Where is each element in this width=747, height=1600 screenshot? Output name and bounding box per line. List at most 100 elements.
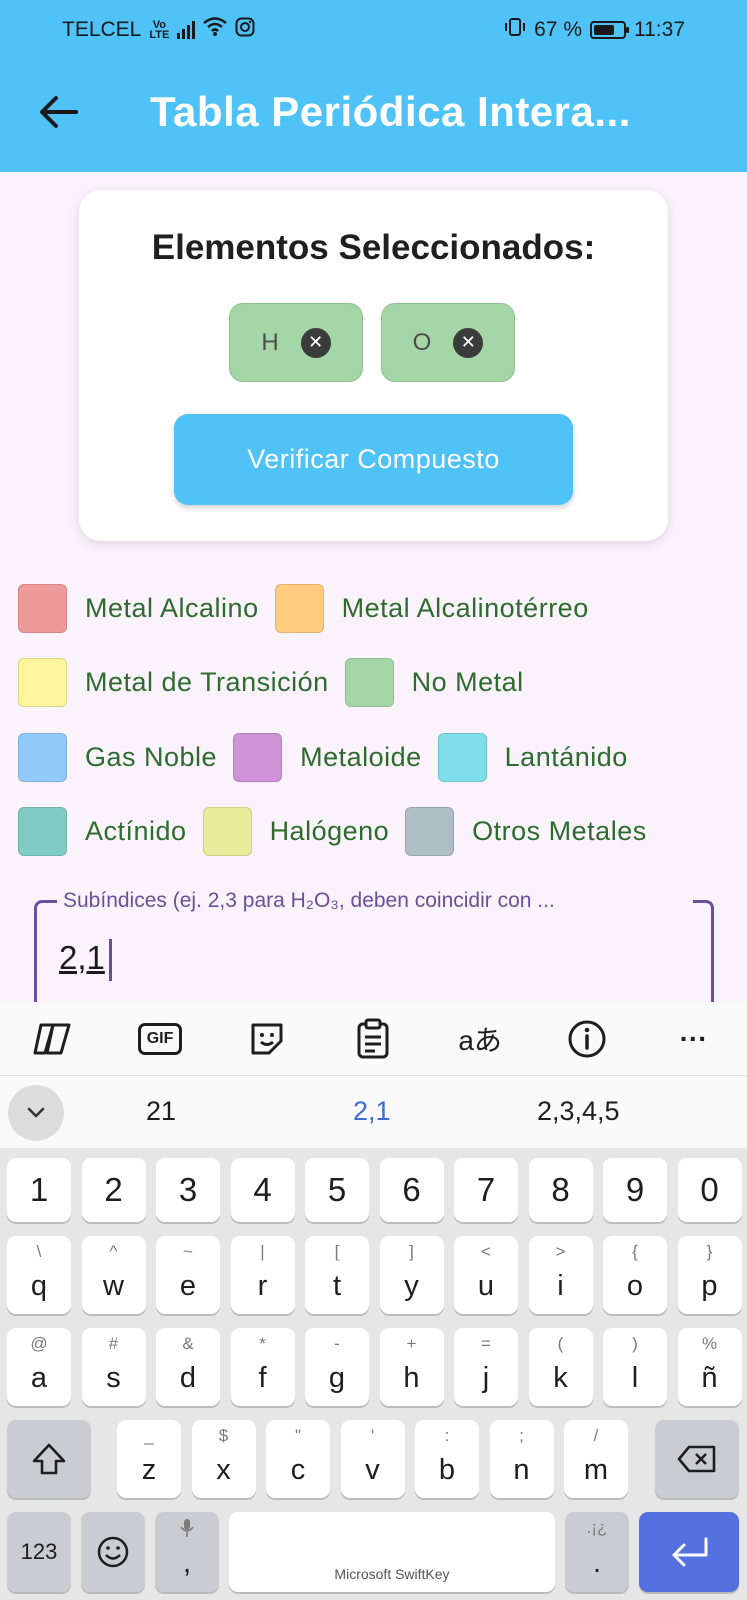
key-u[interactable]: < u [454,1236,518,1314]
key-0[interactable]: 0 [677,1158,742,1222]
key-f[interactable]: * f [230,1328,295,1406]
enter-key[interactable] [639,1512,739,1592]
key-r[interactable]: | r [230,1236,295,1314]
key-x[interactable]: $ x [191,1420,256,1498]
key-label: 4 [253,1171,272,1208]
comma-key[interactable]: , [155,1512,219,1592]
key-secondary: .¡¿ [586,1518,608,1537]
element-chip-o[interactable]: O ✕ [381,303,515,382]
key-8[interactable]: 8 [528,1158,593,1222]
key-q[interactable]: \ q [7,1236,71,1314]
legend-swatch [405,807,455,856]
key-label: . [592,1546,602,1579]
verify-compound-button[interactable]: Verificar Compuesto [174,414,573,505]
key-label: m [583,1453,609,1486]
translate-icon[interactable]: aあ [452,1011,508,1067]
legend-item: Actínido [18,807,187,856]
key-4[interactable]: 4 [230,1158,295,1222]
key-label: y [404,1269,419,1302]
key-d[interactable]: & d [156,1328,220,1406]
keyboard-toolbar: GIF aあ ··· [0,1002,747,1076]
key-secondary: * [259,1334,266,1353]
key-w[interactable]: ^ w [81,1236,146,1314]
wifi-icon [203,17,228,43]
key-label: d [179,1361,197,1394]
key-label: 1 [29,1171,49,1208]
chevron-down-icon[interactable] [8,1085,64,1141]
key-ñ[interactable]: % ñ [677,1328,742,1406]
key-secondary: & [182,1334,194,1353]
key-a[interactable]: @ a [7,1328,71,1406]
key-y[interactable]: ] y [379,1236,444,1314]
element-chip-h[interactable]: H ✕ [229,303,363,382]
subscripts-field[interactable]: Subíndices (ej. 2,3 para H₂O₃, deben coi… [34,889,714,1010]
copilot-icon[interactable] [25,1011,81,1067]
info-icon[interactable] [559,1011,615,1067]
key-label: r [257,1269,268,1302]
key-9[interactable]: 9 [603,1158,667,1222]
key-2[interactable]: 2 [81,1158,146,1222]
key-3[interactable]: 3 [156,1158,220,1222]
close-icon[interactable]: ✕ [300,327,331,358]
key-label: 6 [402,1171,421,1208]
key-s[interactable]: # s [81,1328,146,1406]
space-key[interactable]: Microsoft SwiftKey [229,1512,555,1592]
key-b[interactable]: :b [415,1420,479,1498]
gif-icon[interactable]: GIF [132,1011,188,1067]
key-k[interactable]: (k [528,1328,593,1406]
key-o[interactable]: {o [603,1236,667,1314]
key-m[interactable]: / m [564,1420,628,1498]
key-c[interactable]: " c [266,1420,330,1498]
close-icon[interactable]: ✕ [453,327,484,358]
key-label: j [482,1361,490,1394]
emoji-key[interactable] [81,1512,145,1592]
more-icon[interactable]: ··· [666,1011,722,1067]
legend-swatch [274,584,324,633]
key-secondary: } [706,1242,713,1261]
legend-row: Metal de Transición No Metal [18,658,540,707]
key-label: 2 [104,1171,123,1208]
key-secondary: _ [144,1426,154,1445]
key-l[interactable]: ) l [603,1328,667,1406]
key-label: k [553,1361,568,1394]
key-label: z [141,1453,157,1486]
legend-label: Metal Alcalino [85,593,259,623]
key-v[interactable]: ' v [340,1420,405,1498]
clipboard-icon[interactable] [345,1011,401,1067]
suggestion-item[interactable]: 2,3,4,5 [537,1096,620,1127]
legend-label: Metaloide [300,742,422,772]
shift-key[interactable] [7,1420,91,1498]
backspace-key[interactable] [655,1420,739,1498]
key-j[interactable]: = j [454,1328,518,1406]
suggestion-item[interactable]: 21 [146,1096,176,1127]
key-secondary: ) [632,1334,638,1353]
key-6[interactable]: 6 [379,1158,444,1222]
period-key[interactable]: .¡¿. [565,1512,629,1592]
key-secondary: ; [519,1426,524,1445]
key-n[interactable]: ; n [489,1420,554,1498]
key-label: f [258,1361,267,1394]
key-5[interactable]: 5 [305,1158,369,1222]
sticker-icon[interactable] [239,1011,295,1067]
key-secondary: ~ [183,1242,193,1261]
chip-symbol: H [261,328,279,356]
numbers-key[interactable]: 123 [7,1512,71,1592]
chip-symbol: O [412,328,432,356]
backspace-icon [677,1445,716,1473]
key-e[interactable]: ~ e [156,1236,220,1314]
key-7[interactable]: 7 [454,1158,518,1222]
status-bar: TELCEL Vo LTE 67 % 11:37 [0,0,747,58]
key-1[interactable]: 1 [7,1158,71,1222]
key-g[interactable]: -g [305,1328,369,1406]
key-h[interactable]: + h [379,1328,444,1406]
back-button[interactable] [34,88,82,136]
suggestion-item[interactable]: 2,1 [353,1096,391,1127]
subscripts-input[interactable]: 2,1 [59,939,105,977]
key-p[interactable]: } p [677,1236,742,1314]
key-secondary: $ [218,1426,229,1445]
key-label: 8 [551,1171,570,1208]
key-t[interactable]: [t [305,1236,369,1314]
key-z[interactable]: _ z [117,1420,181,1498]
key-label: 123 [20,1539,58,1564]
key-i[interactable]: > i [528,1236,593,1314]
